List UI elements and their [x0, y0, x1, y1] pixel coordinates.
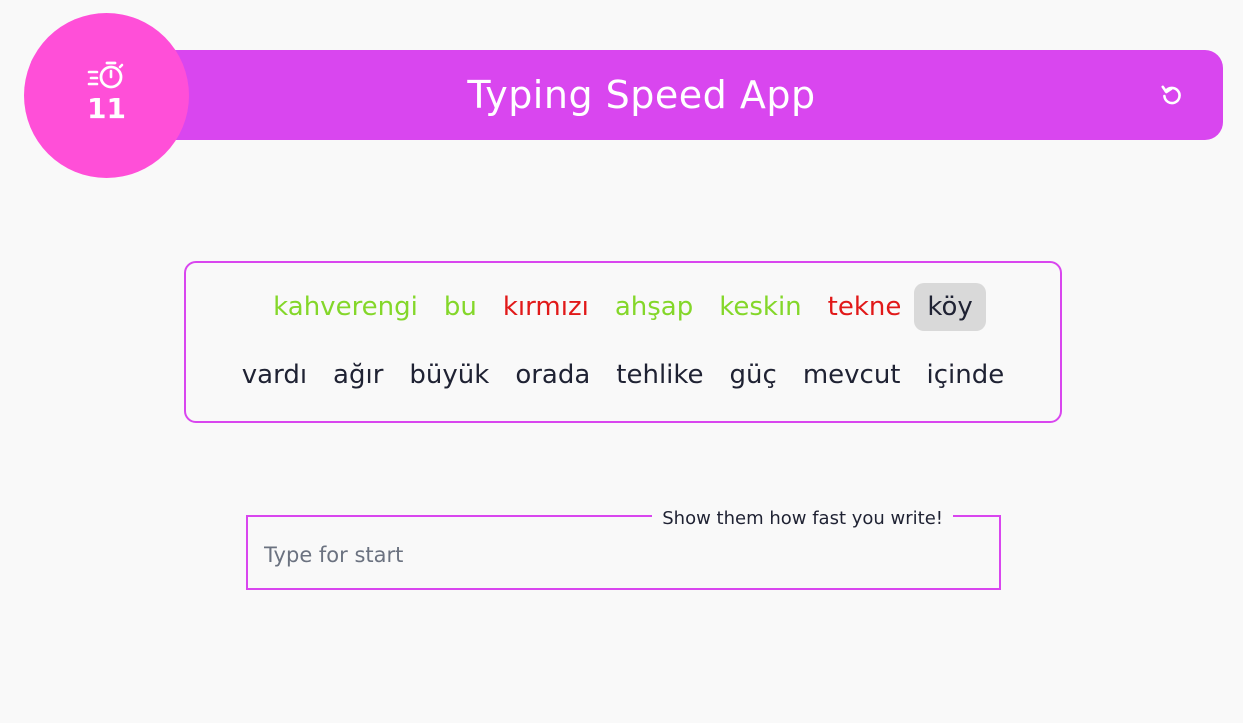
word-item: tekne [827, 292, 902, 322]
word-item: ağır [333, 360, 384, 390]
stopwatch-icon [87, 61, 123, 89]
words-panel: kahverengi bu kırmızı ahşap keskin tekne… [184, 261, 1062, 423]
word-item: güç [729, 360, 777, 390]
word-item: vardı [241, 360, 308, 390]
word-item: büyük [409, 360, 490, 390]
timer-badge: 11 [24, 13, 189, 178]
word-item: içinde [926, 360, 1005, 390]
word-item: keskin [719, 292, 802, 322]
word-item: ahşap [614, 292, 694, 322]
word-item: kırmızı [502, 292, 589, 322]
word-item: kahverengi [273, 292, 418, 322]
word-item: bu [443, 292, 477, 322]
app-title: Typing Speed App [467, 73, 816, 117]
typing-field-wrapper: Show them how fast you write! [246, 508, 1001, 590]
reset-icon [1161, 85, 1181, 105]
header-bar: Typing Speed App [30, 50, 1223, 140]
typing-field-legend: Show them how fast you write! [652, 508, 953, 529]
reset-button[interactable] [1157, 80, 1187, 110]
current-word: köy [914, 283, 986, 331]
word-row-1: kahverengi bu kırmızı ahşap keskin tekne… [186, 283, 1060, 331]
word-item: tehlike [616, 360, 704, 390]
word-item: orada [515, 360, 591, 390]
word-item: mevcut [802, 360, 901, 390]
typing-input[interactable] [262, 537, 966, 573]
word-row-2: vardı ağır büyük orada tehlike güç mevcu… [186, 351, 1060, 399]
timer-value: 11 [87, 92, 126, 125]
